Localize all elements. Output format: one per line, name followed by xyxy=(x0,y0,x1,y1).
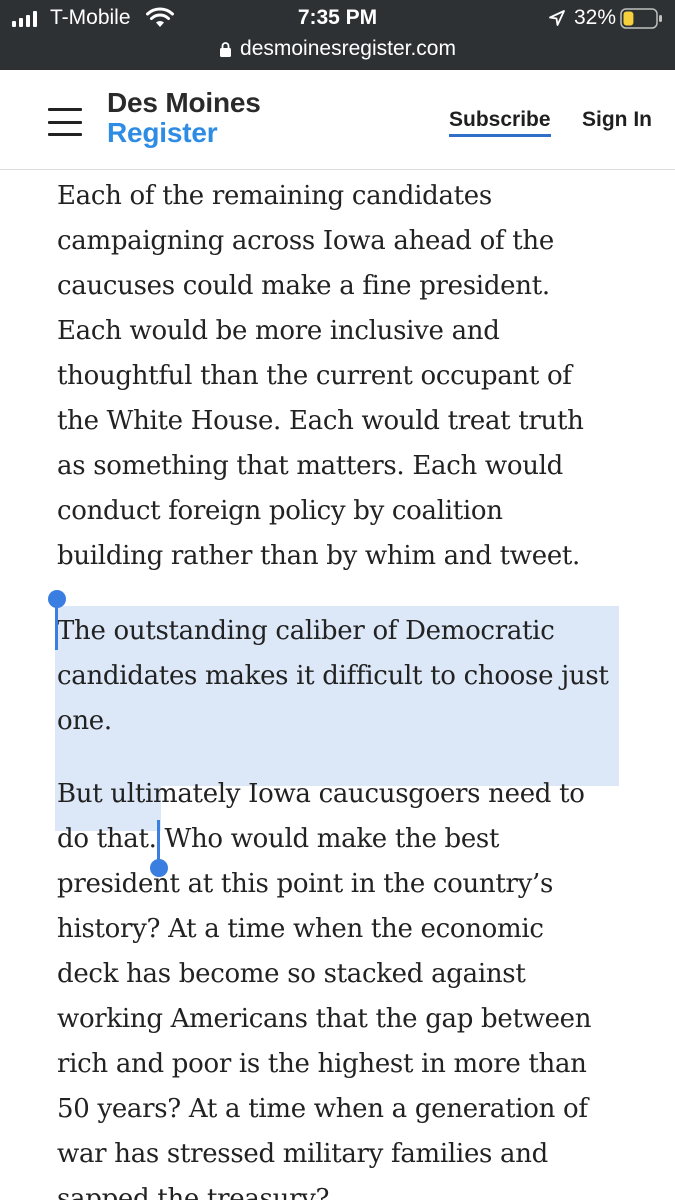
subscribe-link[interactable]: Subscribe xyxy=(449,108,551,137)
text-line: 50 years? At a time when a generation of xyxy=(57,1094,588,1124)
selection-end-caret xyxy=(157,820,160,860)
article-paragraph: The outstanding caliber of Democratic ca… xyxy=(57,609,629,744)
text-line: do that. Who would make the best xyxy=(57,824,500,854)
article-body: Each of the remaining candidates campaig… xyxy=(0,170,675,1200)
text-line: president at this point in the country’s xyxy=(57,869,554,899)
location-arrow-icon xyxy=(549,10,565,26)
selection-start-caret xyxy=(55,602,58,650)
text-line: as something that matters. Each would xyxy=(57,451,564,481)
selection-end-handle[interactable] xyxy=(150,859,168,877)
text-line: Each would be more inclusive and xyxy=(57,316,500,346)
battery-percent: 32% xyxy=(574,6,617,29)
status-bar: T-Mobile 7:35 PM 32% xyxy=(0,0,675,36)
text-line: one. xyxy=(57,706,112,736)
sign-in-link[interactable]: Sign In xyxy=(582,108,652,132)
text-line: war has stressed military families and xyxy=(57,1139,549,1169)
text-line: the White House. Each would treat truth xyxy=(57,406,584,436)
lock-icon xyxy=(220,41,232,57)
text-line: caucuses could make a fine president. xyxy=(57,271,550,301)
text-line: candidates makes it difficult to choose … xyxy=(57,661,609,691)
text-line: building rather than by whim and tweet. xyxy=(57,541,581,571)
text-line: conduct foreign policy by coalition xyxy=(57,496,503,526)
text-line: Each of the remaining candidates xyxy=(57,181,492,211)
text-line: rich and poor is the highest in more tha… xyxy=(57,1049,587,1079)
logo-line-1: Des Moines xyxy=(107,87,261,118)
text-line: campaigning across Iowa ahead of the xyxy=(57,226,554,256)
browser-chrome: T-Mobile 7:35 PM 32% desmoinesregister.c… xyxy=(0,0,675,70)
text-line: sapped the treasury? xyxy=(57,1184,330,1200)
address-bar[interactable]: desmoinesregister.com xyxy=(0,36,675,62)
article-paragraph: Each of the remaining candidates campaig… xyxy=(57,174,629,579)
site-logo[interactable]: Des Moines Register xyxy=(107,89,261,147)
text-line: But ultimately Iowa caucusgoers need to xyxy=(57,779,585,809)
article-paragraph: But ultimately Iowa caucusgoers need to … xyxy=(57,772,629,1200)
text-line: history? At a time when the economic xyxy=(57,914,544,944)
hamburger-menu-icon[interactable] xyxy=(48,108,82,136)
text-line: thoughtful than the current occupant of xyxy=(57,361,572,391)
text-line: deck has become so stacked against xyxy=(57,959,526,989)
text-line: The outstanding caliber of Democratic xyxy=(57,616,555,646)
battery-icon xyxy=(620,8,662,29)
logo-line-2: Register xyxy=(107,117,218,148)
site-header: Des Moines Register Subscribe Sign In xyxy=(0,70,675,170)
url-text[interactable]: desmoinesregister.com xyxy=(240,37,456,61)
text-line: working Americans that the gap between xyxy=(57,1004,592,1034)
